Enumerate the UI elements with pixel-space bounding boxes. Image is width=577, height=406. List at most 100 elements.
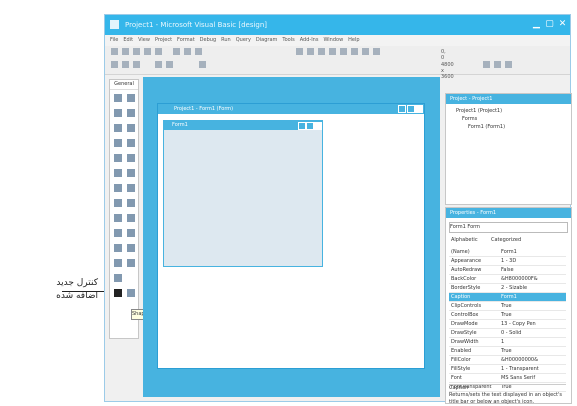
tree-item-project[interactable]: Project1 (Project1) <box>456 108 502 114</box>
property-value[interactable]: MS Sans Serif <box>501 374 535 382</box>
align-icon[interactable] <box>111 61 118 68</box>
save-icon[interactable] <box>155 48 162 55</box>
property-row[interactable]: BackColor &H8000000F& <box>449 275 566 284</box>
checkbox-tool-icon[interactable] <box>114 139 122 147</box>
line-tool-icon[interactable] <box>127 214 135 222</box>
paste-icon[interactable] <box>195 48 202 55</box>
menu-item-edit[interactable]: Edit <box>123 35 133 46</box>
tree-item-form1[interactable]: Form1 (Form1) <box>468 124 505 130</box>
add-form-icon[interactable] <box>122 48 129 55</box>
property-row[interactable]: Appearance 1 - 3D <box>449 257 566 266</box>
property-row[interactable]: FillColor &H00000000& <box>449 356 566 365</box>
image-tool-icon[interactable] <box>114 229 122 237</box>
property-value[interactable]: &H00000000& <box>501 356 538 364</box>
property-row[interactable]: FillStyle 1 - Transparent <box>449 365 566 374</box>
property-value[interactable]: 0 - Solid <box>501 329 521 337</box>
copy-icon[interactable] <box>184 48 191 55</box>
add-project-icon[interactable] <box>111 48 118 55</box>
menu-item-query[interactable]: Query <box>236 35 251 46</box>
data-tool-icon[interactable] <box>127 229 135 237</box>
timer-tool-icon[interactable] <box>114 184 122 192</box>
property-row[interactable]: DrawStyle 0 - Solid <box>449 329 566 338</box>
property-row[interactable]: BorderStyle 2 - Sizable <box>449 284 566 293</box>
close-icon[interactable]: ✕ <box>557 18 568 30</box>
project-explorer-icon[interactable] <box>351 48 358 55</box>
property-value[interactable]: False <box>501 266 514 274</box>
vscrollbar-tool-icon[interactable] <box>127 169 135 177</box>
property-row[interactable]: DrawMode 13 - Copy Pen <box>449 320 566 329</box>
property-value[interactable]: 2 - Sizable <box>501 284 527 292</box>
menu-item-format[interactable]: Format <box>177 35 195 46</box>
shape-tool-icon[interactable] <box>114 214 122 222</box>
object-browser-icon[interactable] <box>483 61 490 68</box>
order-icon[interactable] <box>166 61 173 68</box>
spacing-icon[interactable] <box>155 61 162 68</box>
property-row[interactable]: ClipControls True <box>449 302 566 311</box>
new-control-tool-icon[interactable] <box>114 289 122 297</box>
menu-item-file[interactable]: File <box>110 35 118 46</box>
property-value[interactable]: 13 - Copy Pen <box>501 320 536 328</box>
property-value[interactable]: Form1 <box>501 293 517 301</box>
frame-tool-icon[interactable] <box>114 124 122 132</box>
size-icon[interactable] <box>133 61 140 68</box>
textbox-tool-icon[interactable] <box>127 109 135 117</box>
menu-item-diagram[interactable]: Diagram <box>256 35 277 46</box>
property-row[interactable]: ControlBox True <box>449 311 566 320</box>
break-icon[interactable] <box>329 48 336 55</box>
listbox-tool-icon[interactable] <box>127 154 135 162</box>
property-value[interactable]: Form1 <box>501 248 517 256</box>
property-value[interactable]: True <box>501 311 512 319</box>
designer-maximize-icon[interactable] <box>407 105 415 113</box>
drivelistbox-tool-icon[interactable] <box>127 184 135 192</box>
form1-canvas[interactable]: Form1 <box>163 120 323 267</box>
menu-item-view[interactable]: View <box>138 35 150 46</box>
property-row[interactable]: Enabled True <box>449 347 566 356</box>
custom-tool-2-icon[interactable] <box>127 259 135 267</box>
designer-minimize-icon[interactable] <box>398 105 406 113</box>
tab-alphabetic[interactable]: Alphabetic <box>451 235 478 245</box>
label-tool-icon[interactable] <box>114 109 122 117</box>
custom-tool-1-icon[interactable] <box>114 259 122 267</box>
property-value[interactable]: 1 <box>501 338 504 346</box>
tab-categorized[interactable]: Categorized <box>491 235 521 245</box>
menu-item-window[interactable]: Window <box>323 35 343 46</box>
property-value[interactable]: True <box>501 347 512 355</box>
custom-tool-4-icon[interactable] <box>127 289 135 297</box>
menu-item-tools[interactable]: Tools <box>282 35 294 46</box>
property-value[interactable]: 1 - 3D <box>501 257 516 265</box>
menu-item-addins[interactable]: Add-Ins <box>300 35 319 46</box>
end-icon[interactable] <box>340 48 347 55</box>
property-value[interactable]: &H8000000F& <box>501 275 538 283</box>
lock-controls-icon[interactable] <box>199 61 206 68</box>
extra-tool-icon[interactable] <box>127 244 135 252</box>
property-value[interactable]: 1 - Transparent <box>501 365 539 373</box>
property-row[interactable]: Font MS Sans Serif <box>449 374 566 383</box>
center-icon[interactable] <box>122 61 129 68</box>
object-selector[interactable]: Form1 Form <box>449 222 568 233</box>
filelistbox-tool-icon[interactable] <box>127 199 135 207</box>
menu-item-project[interactable]: Project <box>155 35 172 46</box>
picturebox-tool-icon[interactable] <box>127 94 135 102</box>
form-layout-icon[interactable] <box>373 48 380 55</box>
property-row[interactable]: DrawWidth 1 <box>449 338 566 347</box>
commandbutton-tool-icon[interactable] <box>127 124 135 132</box>
properties-window-icon[interactable] <box>362 48 369 55</box>
ole-tool-icon[interactable] <box>114 244 122 252</box>
property-row[interactable]: (Name) Form1 <box>449 248 566 257</box>
designer-close-icon[interactable] <box>415 105 423 113</box>
custom-tool-3-icon[interactable] <box>114 274 122 282</box>
open-icon[interactable] <box>144 48 151 55</box>
start-icon[interactable] <box>318 48 325 55</box>
dirlistbox-tool-icon[interactable] <box>114 199 122 207</box>
hscrollbar-tool-icon[interactable] <box>114 169 122 177</box>
optionbutton-tool-icon[interactable] <box>127 139 135 147</box>
cut-icon[interactable] <box>173 48 180 55</box>
pointer-tool-icon[interactable] <box>114 94 122 102</box>
property-row[interactable]: AutoRedraw False <box>449 266 566 275</box>
menu-item-run[interactable]: Run <box>221 35 231 46</box>
menu-item-debug[interactable]: Debug <box>200 35 216 46</box>
menu-editor-icon[interactable] <box>133 48 140 55</box>
combobox-tool-icon[interactable] <box>114 154 122 162</box>
menu-item-help[interactable]: Help <box>348 35 359 46</box>
minimize-icon[interactable]: ▁ <box>531 18 542 30</box>
